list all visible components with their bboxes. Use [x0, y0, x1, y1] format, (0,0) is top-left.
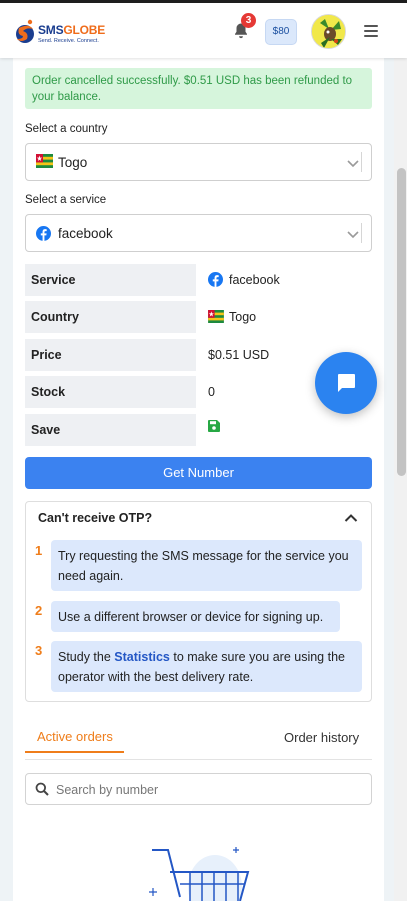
service-info-label: Service: [25, 264, 196, 296]
country-select[interactable]: Togo: [25, 143, 372, 181]
notification-count-badge: 3: [241, 13, 256, 28]
togo-flag-icon: [36, 154, 53, 168]
otp-step-bubble: Study the Statistics to make sure you ar…: [51, 641, 362, 692]
logo-tagline: Send. Receive. Connect.: [38, 38, 99, 44]
refund-success-alert: Order cancelled successfully. $0.51 USD …: [25, 68, 372, 109]
stock-info-label: Stock: [25, 376, 196, 408]
chevron-down-icon[interactable]: [346, 227, 360, 241]
price-info-value: $0.51 USD: [208, 348, 270, 362]
get-number-button[interactable]: Get Number: [25, 457, 372, 489]
search-icon: [35, 782, 49, 796]
search-by-number-input[interactable]: [56, 780, 356, 800]
chat-fab-button[interactable]: [315, 352, 377, 414]
select-divider: [361, 152, 362, 172]
balance-badge[interactable]: $80: [265, 19, 297, 45]
step-number: 1: [35, 543, 43, 558]
facebook-icon: [36, 226, 51, 241]
step-number: 3: [35, 643, 43, 658]
select-divider: [361, 223, 362, 243]
tab-active-orders[interactable]: Active orders: [37, 729, 113, 744]
floppy-disk-icon[interactable]: [208, 420, 220, 432]
otp-help-title[interactable]: Can't receive OTP?: [38, 511, 152, 525]
tabs-divider: [25, 759, 372, 760]
country-info-label: Country: [25, 301, 196, 333]
logo-brand-part-b: GLOBE: [63, 23, 106, 37]
top-navigation-bar: SMSGLOBE Send. Receive. Connect. 3 $80: [0, 0, 407, 58]
country-select-value: Togo: [58, 155, 88, 170]
empty-cart-illustration: [149, 847, 250, 901]
step-number: 2: [35, 603, 43, 618]
statistics-link[interactable]: Statistics: [114, 650, 170, 664]
service-select-label: Select a service: [25, 194, 107, 206]
chat-bubble-icon: [338, 374, 355, 392]
active-tab-indicator: [25, 751, 124, 753]
logo-brand-part-a: SMS: [38, 23, 64, 37]
step-text-before: Study the: [58, 650, 115, 664]
stock-info-value: 0: [208, 385, 215, 399]
otp-step-bubble: Try requesting the SMS message for the s…: [51, 540, 362, 591]
brand-logo[interactable]: SMSGLOBE Send. Receive. Connect.: [13, 17, 113, 49]
price-info-label: Price: [25, 339, 196, 371]
country-info-value: Togo: [229, 310, 257, 324]
facebook-icon: [208, 272, 223, 287]
search-orders-box[interactable]: [25, 773, 372, 805]
user-avatar[interactable]: [311, 14, 346, 49]
page-scrollbar-thumb[interactable]: [397, 168, 406, 476]
avatar-image: [312, 15, 345, 48]
service-info-value: facebook: [229, 273, 280, 287]
hamburger-menu-icon[interactable]: [364, 25, 378, 37]
chevron-up-icon[interactable]: [344, 512, 358, 524]
service-select[interactable]: facebook: [25, 214, 372, 252]
service-select-value: facebook: [58, 226, 113, 241]
otp-step-bubble: Use a different browser or device for si…: [51, 601, 340, 632]
logo-mark-icon: [16, 19, 34, 43]
country-select-label: Select a country: [25, 123, 108, 135]
logo-wordmark: SMSGLOBE: [38, 23, 105, 37]
togo-flag-icon: [208, 310, 224, 323]
save-info-label: Save: [25, 414, 196, 446]
chevron-down-icon[interactable]: [346, 156, 360, 170]
tab-order-history[interactable]: Order history: [284, 730, 359, 745]
